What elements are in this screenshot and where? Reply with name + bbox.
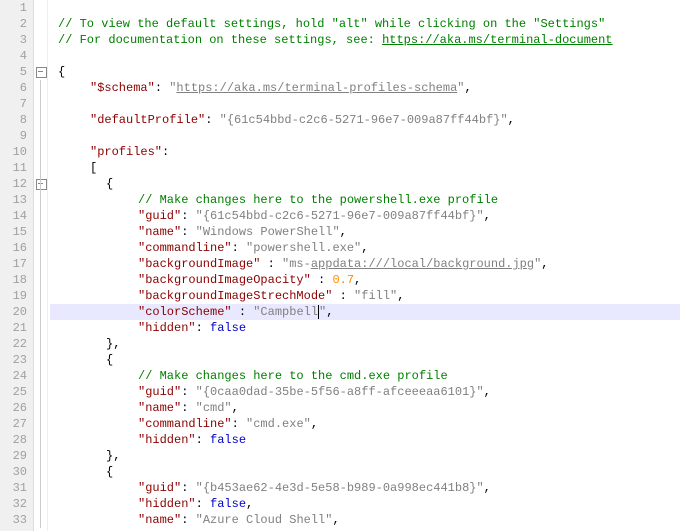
- json-key: "profiles": [90, 145, 162, 159]
- line-number: 23: [0, 352, 27, 368]
- line-number: 8: [0, 112, 27, 128]
- line-number: 21: [0, 320, 27, 336]
- line-number: 28: [0, 432, 27, 448]
- line-number: 16: [0, 240, 27, 256]
- fold-toggle-icon[interactable]: [34, 64, 48, 80]
- line-number: 11: [0, 160, 27, 176]
- line-number: 14: [0, 208, 27, 224]
- line-number: 4: [0, 48, 27, 64]
- schema-link[interactable]: https://aka.ms/terminal-profiles-schema: [176, 81, 457, 95]
- brace-close: },: [106, 337, 120, 351]
- comment: // For documentation on these settings, …: [58, 33, 382, 47]
- line-number: 31: [0, 480, 27, 496]
- line-number: 24: [0, 368, 27, 384]
- line-number: 2: [0, 16, 27, 32]
- line-number: 3: [0, 32, 27, 48]
- line-number: 5: [0, 64, 27, 80]
- brace: {: [106, 177, 113, 191]
- brace: {: [106, 353, 113, 367]
- line-number: 17: [0, 256, 27, 272]
- json-number: 0.7: [332, 273, 354, 287]
- comment: // To view the default settings, hold "a…: [58, 17, 605, 31]
- comment: // Make changes here to the cmd.exe prof…: [138, 369, 448, 383]
- line-number: 26: [0, 400, 27, 416]
- appdata-link[interactable]: appdata:///local/background.jpg: [311, 257, 534, 271]
- line-number: 29: [0, 448, 27, 464]
- line-number: 22: [0, 336, 27, 352]
- doc-link[interactable]: https://aka.ms/terminal-document: [382, 33, 612, 47]
- line-number: 13: [0, 192, 27, 208]
- line-number: 15: [0, 224, 27, 240]
- json-string: "{61c54bbd-c2c6-5271-96e7-009a87ff44bf}": [220, 113, 508, 127]
- line-number: 7: [0, 96, 27, 112]
- line-number: 27: [0, 416, 27, 432]
- line-number: 20: [0, 304, 27, 320]
- brace: {: [58, 65, 65, 79]
- json-key: "defaultProfile": [90, 113, 205, 127]
- line-number: 10: [0, 144, 27, 160]
- line-number: 12: [0, 176, 27, 192]
- code-area[interactable]: // To view the default settings, hold "a…: [48, 0, 680, 531]
- brace: {: [106, 465, 113, 479]
- line-gutter: 1 2 3 4 5 6 7 8 9 10 11 12 13 14 15 16 1…: [0, 0, 34, 531]
- line-number: 30: [0, 464, 27, 480]
- line-number: 25: [0, 384, 27, 400]
- line-number: 19: [0, 288, 27, 304]
- line-number: 6: [0, 80, 27, 96]
- line-number: 1: [0, 0, 27, 16]
- current-line: "colorScheme" : "Campbell",: [50, 304, 680, 320]
- fold-gutter: [34, 0, 48, 531]
- json-key: "$schema": [90, 81, 155, 95]
- bracket: [: [90, 161, 97, 175]
- line-number: 32: [0, 496, 27, 512]
- json-keyword: false: [210, 321, 246, 335]
- line-number: 9: [0, 128, 27, 144]
- code-editor: 1 2 3 4 5 6 7 8 9 10 11 12 13 14 15 16 1…: [0, 0, 680, 531]
- comment: // Make changes here to the powershell.e…: [138, 193, 498, 207]
- fold-toggle-icon[interactable]: [34, 176, 48, 192]
- brace-close: },: [106, 449, 120, 463]
- line-number: 18: [0, 272, 27, 288]
- line-number: 33: [0, 512, 27, 528]
